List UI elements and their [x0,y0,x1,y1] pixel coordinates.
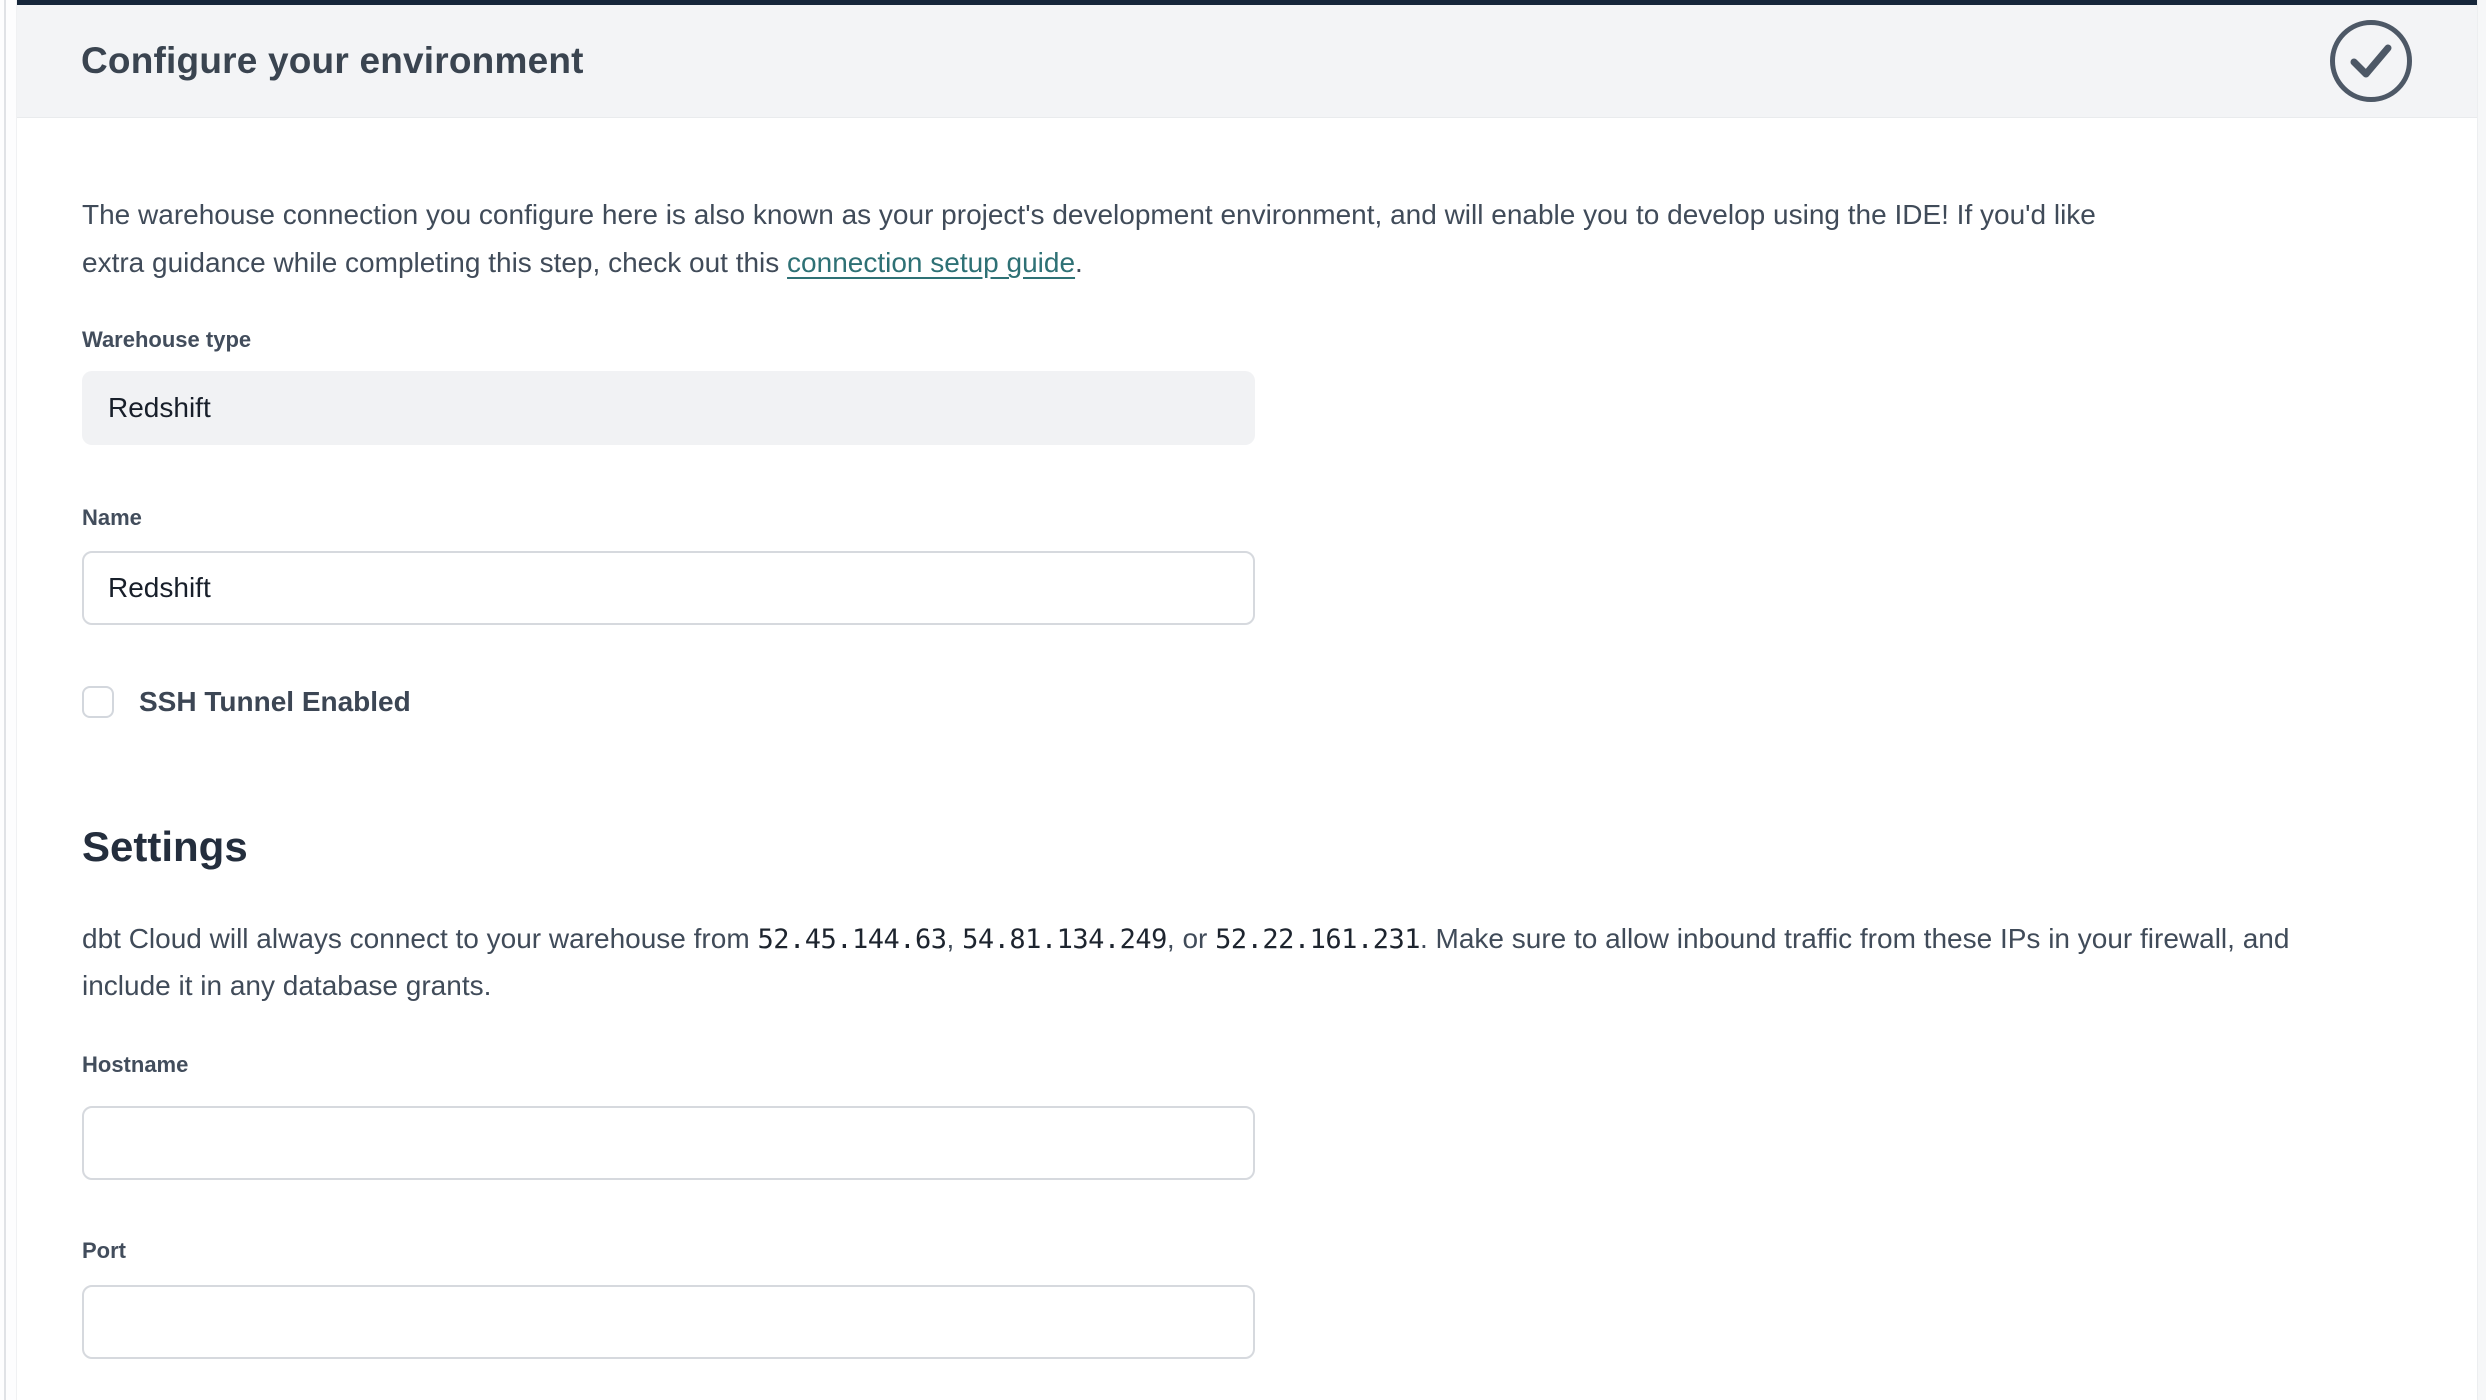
ssh-tunnel-checkbox[interactable] [82,686,114,718]
name-input[interactable] [82,551,1255,625]
ssh-tunnel-label: SSH Tunnel Enabled [139,686,411,718]
warehouse-type-field [82,371,1255,445]
settings-heading: Settings [82,822,2413,872]
ip-separator-1: , [947,923,963,954]
step-complete-check-icon [2330,20,2412,102]
configure-environment-panel: Configure your environment The warehouse… [16,0,2477,1400]
left-gutter [0,0,16,1400]
warehouse-type-label: Warehouse type [82,326,2413,354]
intro-paragraph: The warehouse connection you configure h… [82,191,2142,287]
page-title: Configure your environment [81,40,584,82]
ip-separator-2: , or [1167,923,1215,954]
intro-text-before: The warehouse connection you configure h… [82,199,2096,278]
sidebar-edge-line [4,0,6,1400]
ssh-tunnel-row: SSH Tunnel Enabled [82,686,2413,718]
ip-allowlist-paragraph: dbt Cloud will always connect to your wa… [82,916,2382,1009]
connection-setup-guide-link[interactable]: connection setup guide [787,247,1075,278]
port-input[interactable] [82,1285,1255,1359]
ip-text-before: dbt Cloud will always connect to your wa… [82,923,757,954]
hostname-input[interactable] [82,1106,1255,1180]
scrollbar-track[interactable] [2477,0,2486,1400]
hostname-label: Hostname [82,1051,2413,1079]
port-label: Port [82,1237,2413,1265]
intro-text-after: . [1075,247,1083,278]
panel-header[interactable]: Configure your environment [17,5,2477,118]
name-label: Name [82,504,2413,532]
panel-body: The warehouse connection you configure h… [17,118,2477,1359]
ip-address-2: 54.81.134.249 [962,924,1167,955]
ip-address-1: 52.45.144.63 [757,924,946,955]
ip-address-3: 52.22.161.231 [1215,924,1420,955]
